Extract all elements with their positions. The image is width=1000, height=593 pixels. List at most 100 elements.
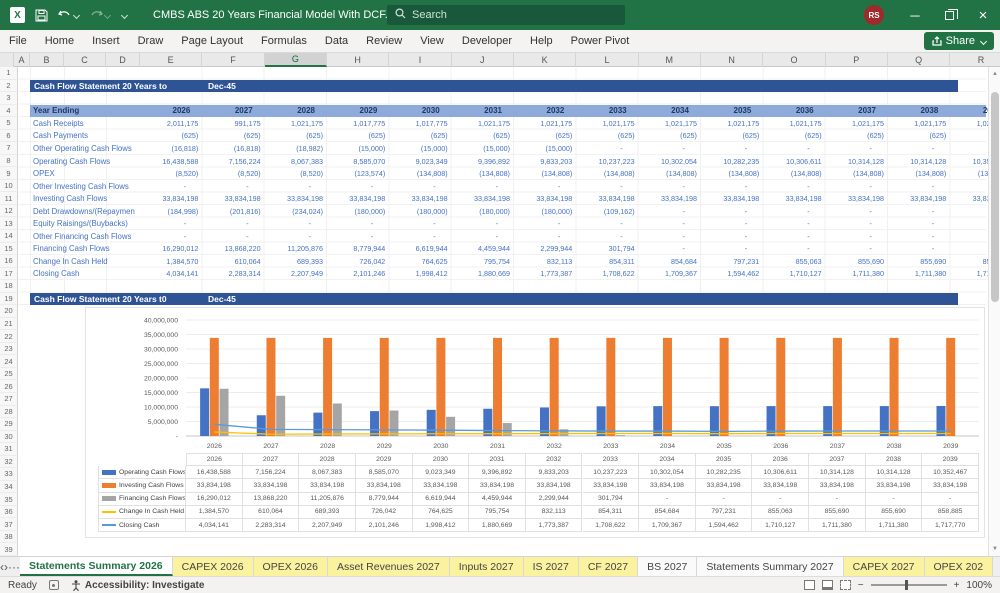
cell-2029[interactable]: (123,574) [327, 167, 386, 180]
cell-2031[interactable]: 33,834,198 [452, 192, 510, 205]
row-header-37[interactable]: 37 [0, 518, 18, 531]
cell-2028[interactable]: (18,982) [265, 142, 323, 155]
cell-2032[interactable]: 9,833,203 [514, 155, 572, 168]
column-header-P[interactable]: P [826, 53, 888, 67]
scroll-up-arrow[interactable]: ▲ [989, 68, 1000, 80]
cell-2036[interactable]: - [763, 142, 821, 155]
cell-2035[interactable]: 797,231 [701, 255, 759, 268]
cell-2026[interactable]: 2,011,175 [140, 117, 198, 130]
cell-2037[interactable]: (134,808) [826, 167, 884, 180]
cell-2028[interactable]: 689,393 [265, 255, 323, 268]
year-cell-2031[interactable]: 2031 [452, 105, 502, 118]
cell-2030[interactable]: (625) [389, 130, 448, 143]
cell-2031[interactable]: 1,021,175 [452, 117, 510, 130]
cell-2034[interactable]: (625) [639, 130, 697, 143]
statement-date[interactable]: Dec-45 [208, 81, 236, 91]
cell-2028[interactable]: 8,067,383 [265, 155, 323, 168]
cell-2038[interactable]: - [888, 243, 946, 256]
cell-2031[interactable]: 9,396,892 [452, 155, 510, 168]
sheet-tab-statements-summary-2027[interactable]: Statements Summary 2027 [697, 557, 844, 576]
row-header-36[interactable]: 36 [0, 505, 18, 519]
row-header-20[interactable]: 20 [0, 305, 18, 318]
zoom-out-button[interactable]: − [858, 580, 864, 591]
cell-2038[interactable]: 1,021,175 [888, 117, 946, 130]
cell-2035[interactable]: 10,282,235 [701, 155, 759, 168]
cell-2032[interactable]: - [514, 217, 572, 230]
cell-2038[interactable]: 855,690 [888, 255, 946, 268]
cell-2033[interactable]: 1,021,175 [576, 117, 635, 130]
column-header-E[interactable]: E [140, 53, 203, 67]
menu-tab-file[interactable]: File [0, 30, 36, 52]
row-header-33[interactable]: 33 [0, 468, 18, 481]
cell-2032[interactable]: - [514, 180, 572, 193]
cell-2035[interactable]: 1,021,175 [701, 117, 759, 130]
menu-tab-draw[interactable]: Draw [129, 30, 173, 52]
section2-date[interactable]: Dec-45 [208, 294, 236, 304]
statement-title-banner[interactable]: Cash Flow Statement 20 Years to Dec-45 [30, 79, 958, 93]
cell-2038[interactable]: - [888, 142, 946, 155]
cell-2038[interactable]: 33,834,198 [888, 192, 946, 205]
row-label[interactable]: Change In Cash Held [33, 255, 139, 268]
cell-2027[interactable]: - [202, 230, 260, 243]
cell-2033[interactable]: 1,708,622 [576, 268, 635, 281]
cell-2036[interactable]: 33,834,198 [763, 192, 822, 205]
cell-2038[interactable]: (134,808) [888, 167, 947, 180]
year-cell-2033[interactable]: 2033 [576, 105, 627, 118]
cell-2033[interactable]: - [576, 142, 634, 155]
cell-2035[interactable]: - [701, 230, 759, 243]
cell-2028[interactable]: 2,207,949 [265, 268, 323, 281]
column-header-A[interactable]: A [14, 53, 30, 67]
cell-2029[interactable]: (180,000) [327, 205, 386, 218]
cell-2032[interactable]: 1,773,387 [514, 268, 572, 281]
menu-tab-insert[interactable]: Insert [83, 30, 129, 52]
column-header-J[interactable]: J [452, 53, 514, 67]
cell-2029[interactable]: (625) [327, 130, 386, 143]
cell-2033[interactable]: 10,237,223 [576, 155, 635, 168]
excel-app-icon[interactable]: X [10, 7, 25, 23]
cell-2036[interactable]: 1,021,175 [763, 117, 822, 130]
column-header-B[interactable]: B [30, 53, 64, 67]
cell-2028[interactable]: (625) [265, 130, 323, 143]
row-header-4[interactable]: 4 [0, 104, 18, 118]
column-header-C[interactable]: C [64, 53, 106, 67]
cell-2035[interactable]: - [701, 142, 759, 155]
row-header-35[interactable]: 35 [0, 493, 18, 506]
column-header-R[interactable]: R [950, 53, 1000, 67]
year-cell-2028[interactable]: 2028 [265, 105, 315, 118]
vertical-scrollbar[interactable]: ▲ ▼ [988, 67, 1000, 556]
cell-2026[interactable]: (625) [140, 130, 199, 143]
cell-2026[interactable]: - [140, 230, 198, 243]
cell-2029[interactable]: 1,017,775 [327, 117, 385, 130]
row-header-14[interactable]: 14 [0, 230, 18, 243]
row-header-13[interactable]: 13 [0, 217, 18, 230]
minimize-button[interactable]: ─ [898, 0, 932, 30]
year-cell-2027[interactable]: 2027 [202, 105, 253, 118]
cell-2035[interactable]: 33,834,198 [701, 192, 759, 205]
cell-2027[interactable]: - [202, 217, 260, 230]
row-header-2[interactable]: 2 [0, 79, 18, 93]
cell-2028[interactable]: 11,205,876 [265, 243, 323, 256]
column-header-G[interactable]: G [264, 53, 327, 67]
cell-2033[interactable]: 33,834,198 [576, 192, 635, 205]
row-label[interactable]: Operating Cash Flows [33, 155, 139, 168]
row-header-10[interactable]: 10 [0, 179, 18, 193]
cell-2029[interactable]: - [327, 180, 385, 193]
row-header-11[interactable]: 11 [0, 192, 18, 205]
row-header-30[interactable]: 30 [0, 430, 18, 444]
row-label[interactable]: Other Operating Cash Flows [33, 142, 139, 155]
row-header-21[interactable]: 21 [0, 317, 18, 331]
cell-2027[interactable]: (16,818) [202, 142, 261, 155]
cell-2026[interactable]: 1,384,570 [140, 255, 198, 268]
cell-2029[interactable]: 2,101,246 [327, 268, 385, 281]
menu-tab-home[interactable]: Home [36, 30, 83, 52]
cell-2027[interactable]: (201,816) [202, 205, 261, 218]
cell-2027[interactable]: 7,156,224 [202, 155, 261, 168]
row-header-18[interactable]: 18 [0, 280, 18, 293]
cell-2034[interactable]: 854,684 [639, 255, 697, 268]
cell-2036[interactable]: - [763, 243, 821, 256]
column-header-L[interactable]: L [576, 53, 639, 67]
cell-2031[interactable]: - [452, 180, 510, 193]
row-header-3[interactable]: 3 [0, 92, 18, 105]
cell-2029[interactable]: - [327, 217, 385, 230]
cell-2029[interactable]: 33,834,198 [327, 192, 385, 205]
